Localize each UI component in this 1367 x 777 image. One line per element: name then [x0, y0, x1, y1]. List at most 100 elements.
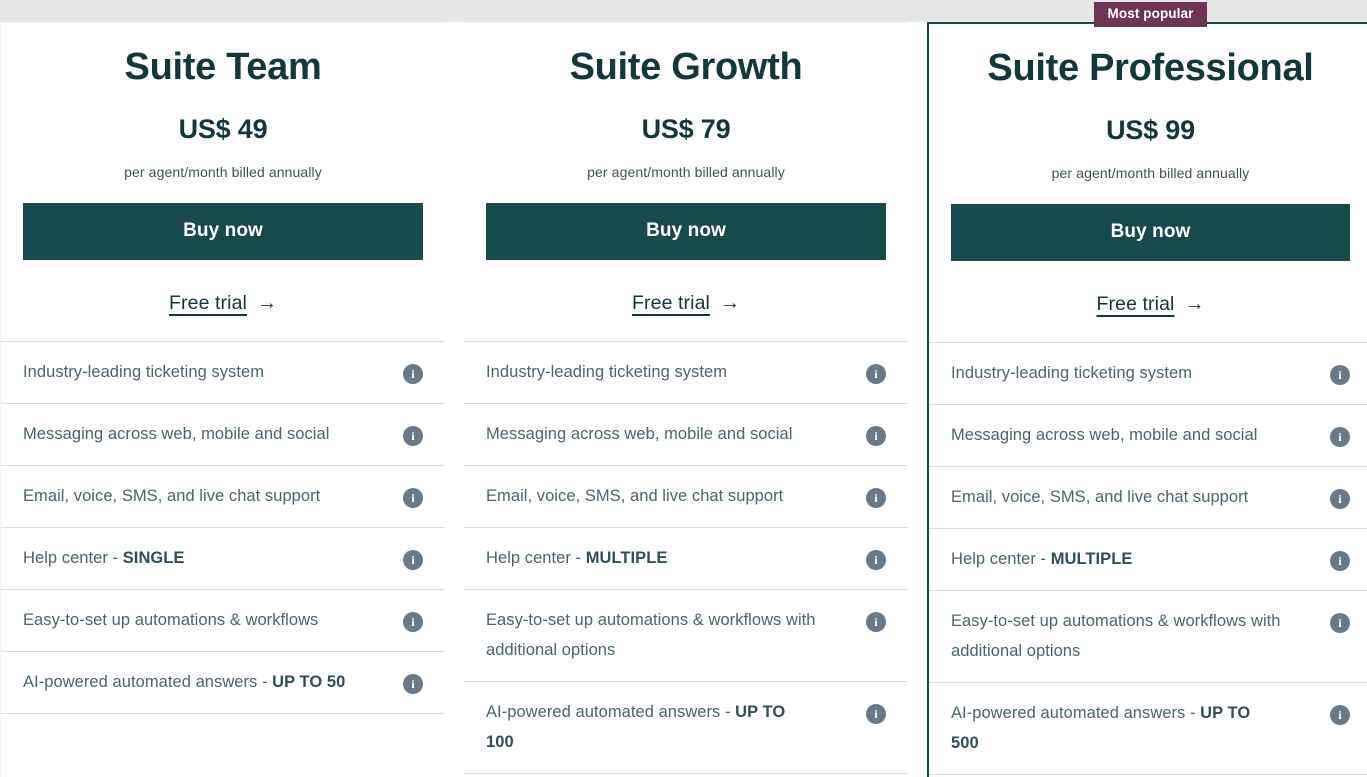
feature-label-text: Messaging across web, mobile and social: [23, 424, 330, 443]
feature-label-text: AI-powered automated answers -: [23, 672, 273, 691]
info-icon[interactable]: i: [866, 549, 886, 570]
feature-label: Industry-leading ticketing system: [486, 357, 727, 387]
feature-row: Messaging across web, mobile and social i: [464, 404, 908, 466]
feature-row: Messaging across web, mobile and social i: [929, 405, 1367, 467]
feature-label: Help center - MULTIPLE: [486, 543, 667, 573]
plan-name: Suite Professional: [987, 47, 1314, 89]
feature-label-emphasis: MULTIPLE: [585, 548, 668, 567]
feature-label: Industry-leading ticketing system: [23, 357, 264, 387]
feature-row: Help center - MULTIPLE i: [929, 529, 1367, 591]
info-icon[interactable]: i: [1330, 550, 1350, 571]
plan-name: Suite Growth: [569, 46, 803, 88]
feature-label: Easy-to-set up automations & workflows w…: [951, 606, 1281, 666]
feature-list: Industry-leading ticketing system i Messag…: [1, 340, 445, 777]
info-icon[interactable]: i: [403, 611, 423, 632]
feature-label: AI-powered automated answers - UP TO 50: [23, 667, 345, 697]
feature-row: Email, voice, SMS, and live chat support…: [929, 467, 1367, 529]
feature-label-text: AI-powered automated answers -: [951, 703, 1201, 722]
info-icon[interactable]: i: [403, 673, 423, 694]
feature-label: Email, voice, SMS, and live chat support: [23, 481, 320, 511]
feature-label-text: Email, voice, SMS, and live chat support: [486, 486, 784, 505]
plan-billing-period: per agent/month billed annually: [1051, 164, 1250, 181]
feature-row: Easy-to-set up automations & workflows w…: [929, 591, 1367, 683]
card-header: Suite Growth US$ 79 per agent/month billed…: [464, 23, 908, 341]
feature-label: Email, voice, SMS, and live chat support: [486, 481, 783, 511]
feature-label-text: Help center -: [486, 548, 586, 567]
most-popular-badge: Most popular: [1093, 2, 1208, 27]
feature-label: AI-powered automated answers - UP TO 100: [486, 697, 816, 757]
plan-billing-period: per agent/month billed annually: [124, 163, 322, 180]
info-icon[interactable]: i: [403, 549, 423, 570]
free-trial-label: Free trial: [1096, 292, 1175, 315]
feature-label-text: Help center -: [951, 549, 1051, 568]
info-icon[interactable]: i: [403, 425, 423, 446]
feature-label-text: Easy-to-set up automations & workflows w…: [486, 610, 816, 659]
feature-label-text: AI-powered automated answers -: [486, 702, 736, 721]
feature-label: Industry-leading ticketing system: [951, 358, 1192, 388]
free-trial-label: Free trial: [632, 291, 710, 314]
feature-label: Easy-to-set up automations & workflows w…: [486, 605, 816, 665]
feature-row: AI-powered automated answers - UP TO 50 i: [1, 652, 445, 714]
info-icon[interactable]: i: [866, 425, 886, 446]
feature-label: Help center - SINGLE: [23, 543, 184, 573]
info-icon[interactable]: i: [866, 611, 886, 632]
pricing-card-list: Suite Team US$ 49 per agent/month billed a…: [0, 2, 1367, 777]
info-icon[interactable]: i: [1330, 364, 1350, 385]
feature-label: Messaging across web, mobile and social: [951, 420, 1257, 450]
feature-label-text: Easy-to-set up automations & workflows w…: [951, 611, 1281, 660]
arrow-right-icon: →: [1184, 293, 1205, 316]
feature-label-emphasis: SINGLE: [122, 548, 185, 567]
feature-label: Messaging across web, mobile and social: [23, 419, 329, 449]
card-header: Suite Team US$ 49 per agent/month billed a…: [1, 23, 445, 341]
info-icon[interactable]: i: [403, 363, 423, 384]
feature-label: Easy-to-set up automations & workflows: [23, 605, 318, 635]
buy-now-button[interactable]: Buy now: [486, 202, 886, 260]
info-icon[interactable]: i: [866, 363, 886, 384]
buy-now-button[interactable]: Buy now: [23, 202, 423, 260]
feature-label-text: Email, voice, SMS, and live chat support: [23, 486, 321, 505]
plan-name: Suite Team: [124, 46, 322, 88]
info-icon[interactable]: i: [1330, 612, 1350, 633]
feature-label: Messaging across web, mobile and social: [486, 419, 792, 449]
feature-row: Email, voice, SMS, and live chat support…: [1, 466, 445, 528]
info-icon[interactable]: i: [1330, 704, 1350, 725]
pricing-card-suite-team: Suite Team US$ 49 per agent/month billed a…: [1, 22, 445, 777]
feature-label: AI-powered automated answers - UP TO 500: [951, 698, 1281, 758]
info-icon[interactable]: i: [1330, 488, 1350, 509]
arrow-right-icon: →: [256, 292, 277, 315]
free-trial-link[interactable]: Free trial →: [486, 292, 886, 315]
feature-label-text: Email, voice, SMS, and live chat support: [951, 487, 1249, 506]
plan-price: US$ 49: [178, 113, 268, 144]
feature-row: AI-powered automated answers - UP TO 500…: [929, 683, 1367, 775]
feature-row: Messaging across web, mobile and social i: [1, 404, 445, 466]
free-trial-link[interactable]: Free trial →: [951, 293, 1350, 316]
feature-label: Email, voice, SMS, and live chat support: [951, 482, 1248, 512]
info-icon[interactable]: i: [1330, 426, 1350, 447]
feature-label-text: Industry-leading ticketing system: [23, 362, 265, 381]
pricing-card-suite-professional: Most popular Suite Professional US$ 99 per …: [927, 2, 1367, 777]
feature-label-emphasis: MULTIPLE: [1050, 549, 1133, 568]
info-icon[interactable]: i: [866, 703, 886, 724]
free-trial-label: Free trial: [169, 291, 247, 314]
feature-label-emphasis: UP TO 50: [272, 672, 346, 691]
free-trial-link[interactable]: Free trial →: [23, 292, 423, 315]
feature-label-text: Industry-leading ticketing system: [486, 362, 728, 381]
info-icon[interactable]: i: [866, 487, 886, 508]
plan-price: US$ 79: [641, 113, 731, 144]
feature-label-text: Messaging across web, mobile and social: [951, 425, 1258, 444]
plan-price: US$ 99: [1106, 114, 1195, 145]
feature-row: Industry-leading ticketing system i: [929, 343, 1367, 405]
buy-now-button[interactable]: Buy now: [951, 203, 1350, 261]
feature-list: Industry-leading ticketing system i Messag…: [464, 340, 908, 777]
feature-row: Industry-leading ticketing system i: [464, 342, 908, 404]
pricing-card-suite-growth: Suite Growth US$ 79 per agent/month billed…: [464, 22, 908, 777]
feature-label: Help center - MULTIPLE: [951, 544, 1132, 574]
feature-label-text: Industry-leading ticketing system: [951, 363, 1193, 382]
card-header: Suite Professional US$ 99 per agent/month …: [929, 24, 1367, 342]
feature-row: Industry-leading ticketing system i: [1, 342, 445, 404]
info-icon[interactable]: i: [403, 487, 423, 508]
feature-row: Email, voice, SMS, and live chat support…: [464, 466, 908, 528]
feature-label-text: Messaging across web, mobile and social: [486, 424, 793, 443]
feature-row: Help center - SINGLE i: [1, 528, 445, 590]
arrow-right-icon: →: [719, 292, 740, 315]
